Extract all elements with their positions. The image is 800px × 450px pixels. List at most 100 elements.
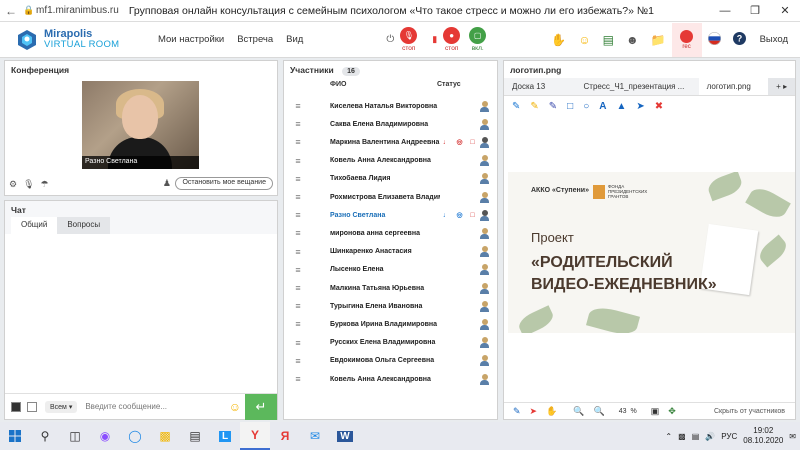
menu-icon[interactable]: ≡ [284, 338, 312, 348]
search-icon[interactable]: ⚲ [30, 422, 60, 450]
message-input[interactable]: Введите сообщение... [85, 402, 228, 411]
stats-icon[interactable]: ▤ [603, 33, 614, 47]
participant-status-icon[interactable]: ◎ [453, 138, 466, 146]
zoom-in-icon[interactable]: 🔍 [573, 406, 584, 417]
menu-icon[interactable]: ≡ [284, 101, 312, 111]
exit-button[interactable]: Выход [760, 34, 788, 45]
back-arrow-icon[interactable]: ← [0, 4, 22, 18]
minimize-icon[interactable]: — [710, 5, 740, 17]
toggle-icon[interactable]: ⏻ [386, 34, 394, 45]
stop-broadcast-button[interactable]: Остановить мое вещание [175, 177, 273, 190]
camera-control[interactable]: ● стоп [443, 27, 461, 52]
app-l-icon[interactable]: L [210, 422, 240, 450]
mail-icon[interactable]: ✉ [300, 422, 330, 450]
record-button[interactable]: rec [671, 22, 702, 57]
participant-status-icon[interactable]: ♩ [440, 212, 453, 219]
menu-icon[interactable]: ≡ [284, 137, 312, 147]
background-color-picker[interactable] [27, 401, 37, 412]
fit-screen-icon[interactable]: ▣ [651, 406, 660, 417]
participant-row[interactable]: ≡ Разно Светлана ♩ ◎ □ [284, 206, 497, 224]
tab-chat-general[interactable]: Общий [11, 217, 58, 234]
tray-app-icon[interactable]: ▩ [678, 432, 686, 441]
move-icon[interactable]: ✥ [668, 406, 676, 417]
participant-row[interactable]: ≡ Буркова Ирина Владимировна [284, 315, 497, 333]
menu-icon[interactable]: ≡ [284, 228, 312, 238]
menu-icon[interactable]: ≡ [284, 210, 312, 220]
emoji-picker-icon[interactable]: ☺ [229, 400, 241, 414]
tab-chat-questions[interactable]: Вопросы [57, 217, 111, 234]
participant-row[interactable]: ≡ Турыгина Елена Ивановна [284, 297, 497, 315]
participant-row[interactable]: ≡ Рохмистрова Елизавета Владимировна [284, 188, 497, 206]
menu-view[interactable]: Вид [286, 34, 303, 45]
participant-row[interactable]: ≡ Малкина Татьяна Юрьевна [284, 279, 497, 297]
browser-url[interactable]: mf1.miranimbus.ru [36, 5, 119, 16]
text-icon[interactable]: A [599, 101, 606, 112]
menu-icon[interactable]: ≡ [284, 356, 312, 366]
participant-status-icon[interactable]: ◎ [453, 211, 466, 219]
clear-icon[interactable]: ✖ [655, 101, 663, 112]
camera-settings-icon[interactable]: ⚙ [9, 179, 17, 190]
menu-icon[interactable]: ≡ [284, 119, 312, 129]
menu-icon[interactable]: ≡ [284, 156, 312, 166]
language-indicator[interactable]: РУС [721, 432, 737, 441]
draw-mode-icon[interactable]: ✎ [513, 406, 521, 417]
yandex-icon[interactable]: Я [270, 422, 300, 450]
clock[interactable]: 19:02 08.10.2020 [743, 426, 783, 446]
people-icon[interactable]: ☻ [626, 33, 639, 47]
restore-icon[interactable]: ❐ [740, 4, 770, 17]
circle-icon[interactable]: ○ [583, 101, 589, 112]
pen-icon[interactable]: ✎ [512, 101, 520, 112]
tab-stress-presentation[interactable]: Стресс_Ч1_презентация ... [576, 78, 699, 95]
help-icon[interactable]: ? [732, 31, 746, 48]
recipient-select[interactable]: Всем ▾ [45, 400, 78, 413]
participant-row[interactable]: ≡ Евдокимова Ольга Сергеевна [284, 352, 497, 370]
yandex-browser-icon[interactable]: Y [240, 422, 270, 450]
tab-add-more[interactable]: + ▸ [768, 78, 795, 95]
volume-icon[interactable]: 🔊 [705, 432, 715, 441]
menu-icon[interactable]: ≡ [284, 301, 312, 311]
participant-row[interactable]: ≡ Ковель Анна Александровна [284, 152, 497, 170]
menu-icon[interactable]: ≡ [284, 283, 312, 293]
network-icon[interactable]: ▤ [692, 432, 700, 441]
store-icon[interactable]: ▤ [180, 422, 210, 450]
windows-start-icon[interactable] [0, 422, 30, 450]
participant-row[interactable]: ≡ миронова анна сергеевна [284, 224, 497, 242]
marker-icon[interactable]: ✎ [530, 101, 538, 112]
participant-status-icon[interactable]: ♩ [440, 139, 453, 146]
task-view-icon[interactable]: ◫ [60, 422, 90, 450]
participant-row[interactable]: ≡ Саква Елена Владимировна [284, 115, 497, 133]
zoom-out-icon[interactable]: 🔍 [594, 406, 605, 417]
pointer-icon[interactable]: ➤ [636, 101, 644, 112]
send-button[interactable]: ↵ [245, 393, 277, 420]
emoji-icon[interactable]: ☺ [578, 33, 590, 47]
tray-expand-icon[interactable]: ⌃ [665, 432, 672, 441]
participant-row[interactable]: ≡ Киселева Наталья Викторовна [284, 97, 497, 115]
folder-icon[interactable]: 📁 [651, 33, 666, 47]
broadcast-icon[interactable]: ☂ [41, 179, 49, 190]
menu-icon[interactable]: ≡ [284, 192, 312, 202]
language-flag-icon[interactable] [707, 31, 721, 48]
participant-row[interactable]: ≡ Шинкаренко Анастасия [284, 243, 497, 261]
edge-icon[interactable]: ◯ [120, 422, 150, 450]
close-icon[interactable]: ✕ [770, 4, 800, 17]
raise-hand-icon[interactable]: ✋ [551, 33, 566, 47]
video-tile[interactable]: Разно Светлана [82, 81, 199, 169]
notifications-icon[interactable]: ✉ [789, 432, 796, 441]
text-color-picker[interactable] [11, 401, 21, 412]
menu-icon[interactable]: ≡ [284, 319, 312, 329]
eraser-icon[interactable]: ✎ [549, 101, 557, 112]
tab-board-13[interactable]: Доска 13 [504, 78, 576, 95]
fill-icon[interactable]: ▲ [617, 101, 627, 112]
hide-from-participants-button[interactable]: Скрыть от участников [714, 408, 785, 415]
participant-status-icon[interactable]: □ [466, 212, 479, 219]
menu-icon[interactable]: ≡ [284, 174, 312, 184]
tab-logo-png[interactable]: логотип.png [698, 78, 769, 95]
participant-row[interactable]: ≡ Маркина Валентина Андреевна ♩ ◎ □ [284, 133, 497, 151]
microphone-control[interactable]: 🎙 стоп [400, 27, 418, 52]
word-icon[interactable]: W [330, 422, 360, 450]
screen-share-control[interactable]: ▢ вкл. [469, 27, 487, 52]
zoom-value[interactable]: 43 [619, 408, 627, 415]
menu-icon[interactable]: ≡ [284, 265, 312, 275]
menu-icon[interactable]: ≡ [284, 247, 312, 257]
participant-row[interactable]: ≡ Русских Елена Владимировна [284, 334, 497, 352]
